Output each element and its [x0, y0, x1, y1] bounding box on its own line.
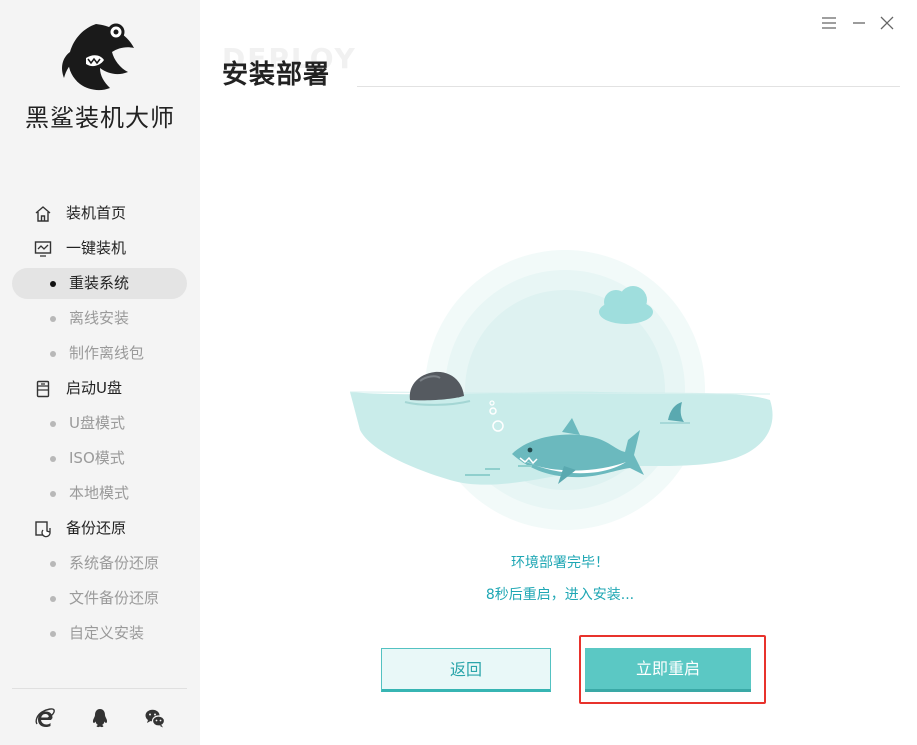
- sidebar-item-local-mode[interactable]: 本地模式: [0, 476, 200, 511]
- sidebar-item-label: 启动U盘: [66, 379, 122, 397]
- usb-drive-icon: [36, 380, 50, 398]
- sidebar-item-make-offline-package[interactable]: 制作离线包: [0, 336, 200, 371]
- sidebar-item-system-backup-restore[interactable]: 系统备份还原: [0, 546, 200, 581]
- sidebar-item-label: ISO模式: [69, 449, 125, 467]
- home-icon: [35, 206, 51, 222]
- shark-logo-icon: [62, 23, 134, 91]
- bullet-icon: [50, 351, 56, 357]
- backup-icon: [35, 521, 51, 538]
- deploy-complete-illustration: [349, 250, 773, 530]
- sidebar-item-iso-mode[interactable]: ISO模式: [0, 441, 200, 476]
- sidebar-item-label: 系统备份还原: [69, 554, 160, 572]
- deploy-status-text: 环境部署完毕！: [511, 555, 609, 571]
- sidebar-item-label: 重装系统: [69, 274, 130, 292]
- sidebar-item-file-backup-restore[interactable]: 文件备份还原: [0, 581, 200, 616]
- sidebar-item-home[interactable]: 装机首页: [0, 196, 200, 231]
- sidebar-item-label: 自定义安装: [69, 624, 145, 642]
- bullet-icon: [50, 316, 56, 322]
- sidebar-item-backup-restore[interactable]: 备份还原: [0, 511, 200, 546]
- ie-browser-icon[interactable]: [34, 707, 56, 729]
- sidebar-item-label: U盘模式: [69, 414, 125, 432]
- sidebar-item-label: 一键装机: [66, 239, 127, 257]
- restart-countdown-text: 8秒后重启，进入安装...: [485, 587, 635, 603]
- sidebar-item-label: 装机首页: [66, 204, 127, 222]
- sidebar-item-usb-mode[interactable]: U盘模式: [0, 406, 200, 441]
- bullet-icon: [50, 631, 56, 637]
- sidebar-nav: 装机首页 一键装机 重装系统 离线安装 制作离线包 启动U盘 U盘模式 ISO模…: [0, 196, 200, 651]
- page-title: 安装部署: [222, 60, 331, 90]
- sidebar-item-boot-usb[interactable]: 启动U盘: [0, 371, 200, 406]
- sidebar-item-label: 本地模式: [69, 484, 130, 502]
- bullet-icon: [50, 281, 56, 287]
- sidebar-item-label: 离线安装: [69, 309, 130, 327]
- sidebar-item-reinstall-system[interactable]: 重装系统: [0, 266, 200, 301]
- app-title: 黑鲨装机大师: [25, 104, 175, 132]
- sidebar-item-offline-install[interactable]: 离线安装: [0, 301, 200, 336]
- menu-icon[interactable]: [818, 12, 840, 34]
- bullet-icon: [50, 561, 56, 567]
- sidebar-divider: [12, 688, 187, 689]
- back-button[interactable]: 返回: [381, 648, 551, 692]
- sidebar-item-label: 制作离线包: [69, 344, 145, 362]
- minimize-icon[interactable]: [848, 12, 870, 34]
- sidebar-item-label: 备份还原: [66, 519, 127, 537]
- close-icon[interactable]: [876, 12, 898, 34]
- restart-now-button[interactable]: 立即重启: [585, 648, 751, 692]
- monitor-icon: [34, 241, 52, 257]
- title-divider: [357, 86, 900, 87]
- sidebar-item-custom-install[interactable]: 自定义安装: [0, 616, 200, 651]
- qq-icon[interactable]: [89, 707, 111, 729]
- sidebar: 黑鲨装机大师 装机首页 一键装机 重装系统 离线安装 制作离线包 启动U盘 U盘…: [0, 0, 200, 745]
- bullet-icon: [50, 421, 56, 427]
- bullet-icon: [50, 596, 56, 602]
- social-links: [0, 703, 200, 733]
- sidebar-item-one-click-install[interactable]: 一键装机: [0, 231, 200, 266]
- sidebar-item-label: 文件备份还原: [69, 589, 160, 607]
- wechat-icon[interactable]: [144, 707, 166, 729]
- bullet-icon: [50, 491, 56, 497]
- bullet-icon: [50, 456, 56, 462]
- logo: 黑鲨装机大师: [0, 0, 200, 150]
